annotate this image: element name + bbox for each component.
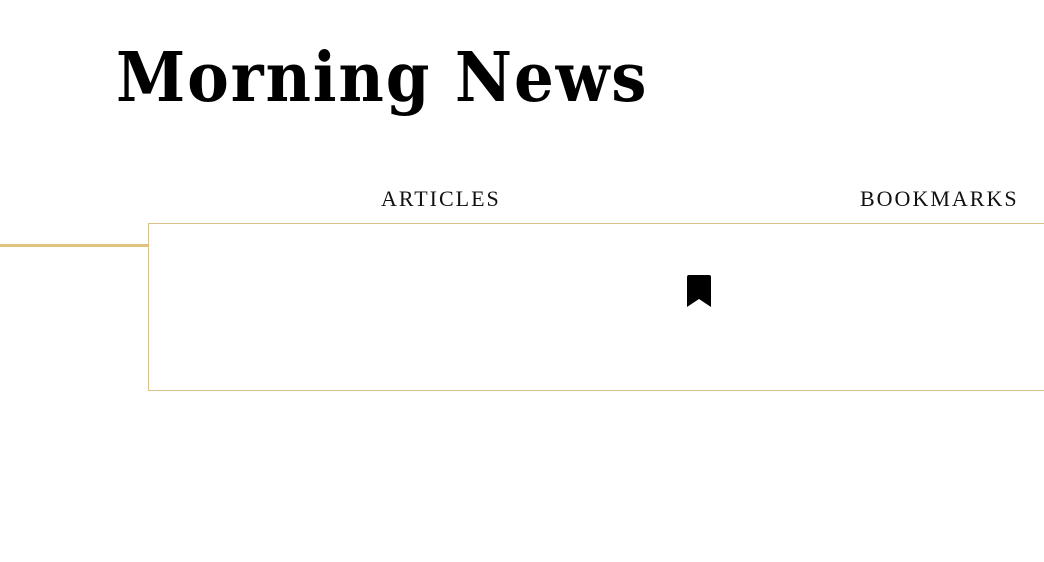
masthead-title: Morning News	[116, 38, 649, 118]
bookmark-icon[interactable]	[686, 274, 712, 308]
tab-articles[interactable]: ARTICLES	[381, 186, 501, 212]
active-tab-indicator	[0, 244, 148, 247]
content-panel	[148, 223, 1044, 391]
tab-bookmarks[interactable]: BOOKMARKS	[860, 186, 1019, 212]
